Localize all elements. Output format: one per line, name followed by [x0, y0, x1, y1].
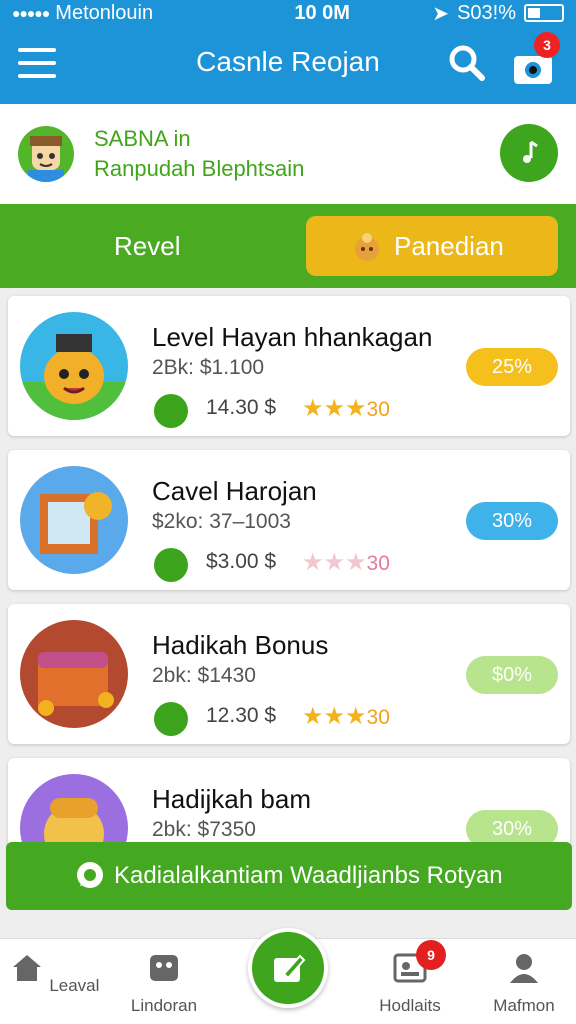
- item-subtitle: 2bk: $1430: [152, 664, 256, 687]
- notification-badge: 3: [534, 32, 560, 58]
- battery-icon: [524, 4, 564, 22]
- star-rating: ★★★30: [302, 549, 390, 576]
- nav-lindoran[interactable]: Lindoran: [114, 951, 214, 1016]
- frame-thumbnail: [20, 466, 128, 574]
- profile-name: SABNA in: [94, 126, 191, 151]
- banner-text: Kadialalkantiam Waadljianbs Rotyan: [114, 862, 503, 889]
- pot-icon: [355, 233, 379, 261]
- carrier-label: Metonlouin: [55, 1, 154, 24]
- tab-panedian[interactable]: Panedian: [306, 216, 558, 276]
- list-item[interactable]: Level Hayan hhankagan 2Bk: $1.100 14.30 …: [8, 296, 570, 436]
- percent-badge: 25%: [466, 348, 558, 386]
- rating-value: 30: [366, 398, 390, 421]
- avatar[interactable]: [18, 126, 74, 182]
- battery-percent: S03!%: [457, 1, 516, 24]
- app-bar: Casnle Reojan 3: [0, 26, 576, 104]
- chat-icon: [77, 862, 103, 888]
- nav-label: Hodlaits: [379, 996, 441, 1015]
- nav-label: Lindoran: [130, 996, 198, 1015]
- face-icon: [28, 136, 64, 182]
- list-item[interactable]: Cavel Harojan $2ko: 37–1003 $3.00 $ ★★★3…: [8, 450, 570, 590]
- home-icon: [12, 955, 41, 981]
- nav-mafmon[interactable]: Mafmon: [474, 951, 574, 1016]
- item-price: 14.30 $: [206, 396, 277, 419]
- percent-badge: $0%: [466, 656, 558, 694]
- profile-strip: SABNA in Ranpudah Blephtsain: [0, 104, 576, 204]
- nav-label: Mafmon: [493, 996, 555, 1015]
- item-title: Cavel Harojan: [152, 476, 317, 506]
- coin-icon: [154, 394, 188, 428]
- music-note-icon: [523, 140, 538, 163]
- item-subtitle: $2ko: 37–1003: [152, 510, 291, 533]
- star-rating: ★★★30: [302, 395, 390, 422]
- nav-label: Leaval: [49, 976, 100, 995]
- nav-hodlaits[interactable]: Hodlaits: [360, 951, 460, 1016]
- rating-value: 30: [366, 706, 390, 729]
- status-bar: ●●●●● Metonlouin 10 0M ➤ S03!%: [0, 0, 576, 26]
- item-title: Level Hayan hhankagan: [152, 322, 433, 352]
- profile-subtitle: Ranpudah Blephtsain: [94, 156, 305, 181]
- robot-icon: [150, 955, 178, 981]
- item-subtitle: 2bk: $7350: [152, 818, 256, 841]
- tab-bar: Revel Panedian: [0, 204, 576, 288]
- coin-icon: [154, 702, 188, 736]
- percent-badge: 30%: [466, 502, 558, 540]
- item-title: Hadijkah bam: [152, 784, 311, 814]
- item-price: 12.30 $: [206, 704, 277, 727]
- nav-leaval[interactable]: Leaval: [4, 951, 104, 996]
- rating-value: 30: [366, 552, 390, 575]
- tab-panedian-label: Panedian: [394, 230, 504, 261]
- item-price: $3.00 $: [206, 550, 277, 573]
- star-rating: ★★★30: [302, 703, 390, 730]
- user-icon: [510, 954, 538, 983]
- chest-thumbnail: [20, 620, 128, 728]
- search-icon[interactable]: [448, 44, 486, 82]
- app-title: Casnle Reojan: [196, 46, 380, 77]
- clock-label: 10 0M: [294, 1, 350, 24]
- list-item[interactable]: Hadikah Bonus 2bk: $1430 12.30 $ ★★★30 $…: [8, 604, 570, 744]
- coin-icon: [154, 548, 188, 582]
- item-title: Hadikah Bonus: [152, 630, 329, 660]
- tab-revel[interactable]: Revel: [0, 204, 300, 288]
- promo-banner[interactable]: Kadialalkantiam Waadljianbs Rotyan: [6, 842, 572, 910]
- character-thumbnail: [20, 312, 128, 420]
- nav-notification-badge: 9: [416, 940, 446, 970]
- compose-button[interactable]: [248, 928, 328, 1008]
- item-subtitle: 2Bk: $1.100: [152, 356, 265, 379]
- location-icon: ➤: [432, 2, 450, 25]
- music-button[interactable]: [500, 124, 558, 182]
- edit-icon: [274, 954, 306, 982]
- signal-icon: ●●●●●: [12, 5, 50, 21]
